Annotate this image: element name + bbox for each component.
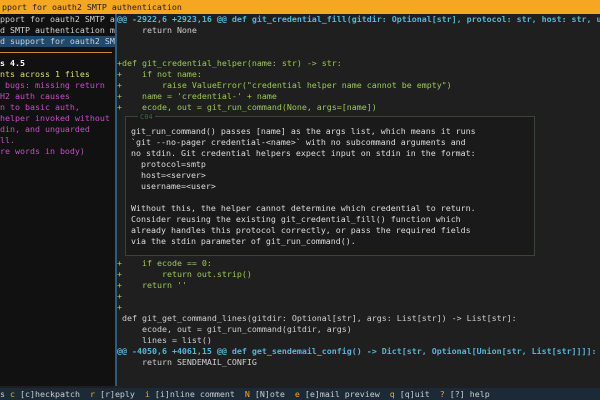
shortcut-0[interactable]: c [c]heckpatch <box>10 389 90 399</box>
shortcut-key: q <box>389 389 395 399</box>
message-list-item[interactable]: d SMTP authentication m <box>0 25 115 36</box>
shortcut-label: [?] help <box>449 389 490 399</box>
diff-line: + return out.strip() <box>117 269 252 279</box>
comment-line: `git --no-pager credential-<name>` with … <box>131 137 466 147</box>
diff-line: ecode, out = git_run_command(gitdir, arg… <box>117 324 352 334</box>
shortcut-2[interactable]: i [i]nline comment <box>145 389 245 399</box>
model-label: s 4.5 <box>0 58 25 68</box>
shortcut-3[interactable]: N [N]ote <box>245 389 295 399</box>
shortcut-key: N <box>244 389 250 399</box>
message-list-item[interactable]: pport for oauth2 SMTP a <box>0 14 115 25</box>
diff-line: lines = list() <box>117 335 212 345</box>
comment-line: Without this, the helper cannot determin… <box>131 203 476 213</box>
shortcut-5[interactable]: q [q]uit <box>390 389 440 399</box>
diff-line: + <box>117 291 122 301</box>
shortcut-1[interactable]: r [r]eply <box>90 389 145 399</box>
shortcut-key: ? <box>439 389 445 399</box>
comment-line: host=<server> <box>131 170 206 180</box>
inline-comment-box[interactable]: C04 git_run_command() passes [name] as t… <box>125 113 535 256</box>
diff-line: def git_get_command_lines(gitdir: Option… <box>117 313 517 323</box>
shortcut-4[interactable]: e [e]mail preview <box>295 389 390 399</box>
comment-line: already handles this protocol correctly,… <box>131 225 471 235</box>
review-note-line: ll. <box>0 135 15 145</box>
shortcut-label: [r]eply <box>99 389 135 399</box>
diff-line: + name = 'credential-' + name <box>117 91 277 101</box>
diff-line: return None <box>117 25 197 35</box>
shortcut-key: e <box>294 389 300 399</box>
diff-line: + if not name: <box>117 69 202 79</box>
comment-line: protocol=smtp <box>131 159 206 169</box>
shortcut-6[interactable]: ? [?] help <box>440 389 500 399</box>
shortcut-key: c <box>10 389 15 399</box>
comment-line: username=<user> <box>131 181 216 191</box>
diff-line: + <box>117 302 122 312</box>
shortcut-label: [e]mail preview <box>304 389 380 399</box>
review-note-line: n to basic auth, <box>0 102 80 112</box>
diff-line: + if ecode == 0: <box>117 258 212 268</box>
diff-line: +def git_credential_helper(name: str) ->… <box>117 58 342 68</box>
shortcut-label: [N]ote <box>254 389 285 399</box>
diff-pane: C04 git_run_command() passes [name] as t… <box>117 14 600 386</box>
title-bar: pport for oauth2 SMTP authentication <box>0 0 600 14</box>
comment-line: no stdin. Git credential helpers expect … <box>131 148 476 158</box>
comment-line: Consider reusing the existing git_creden… <box>131 214 461 224</box>
message-list-item[interactable]: d support for oauth2 SM <box>0 36 115 47</box>
diff-line: + raise ValueError("credential helper na… <box>117 80 452 90</box>
diff-line: + return '' <box>117 280 187 290</box>
review-summary: nts across 1 files <box>0 69 90 79</box>
review-note-line: re words in body) <box>0 146 85 156</box>
review-note-line: helper invoked without <box>0 113 110 123</box>
hunk-header: @@ -4050,6 +4061,15 @@ def get_sendemail… <box>117 346 597 356</box>
review-note-line: H2 auth causes <box>0 91 70 101</box>
shortcut-key: i <box>144 389 150 399</box>
status-lead: s <box>0 389 10 399</box>
hunk-header: @@ -2922,6 +2923,16 @@ def git_credentia… <box>117 14 600 24</box>
message-list-pane: pport for oauth2 SMTP ad SMTP authentica… <box>0 14 115 386</box>
status-bar: s c [c]heckpatch r [r]eply i [i]nline co… <box>0 388 600 400</box>
diff-line: return SENDEMAIL_CONFIG <box>117 357 257 367</box>
diff-line: + ecode, out = git_run_command(None, arg… <box>117 102 377 112</box>
comment-label: C04 <box>138 113 155 121</box>
shortcut-label: [c]heckpatch <box>20 389 80 399</box>
review-note-line: bugs: missing return <box>0 80 105 90</box>
separator <box>0 52 112 53</box>
comment-line: git_run_command() passes [name] as the a… <box>131 126 476 136</box>
review-note-line: din, and unguarded <box>0 124 90 134</box>
comment-line: via the stdin parameter of git_run_comma… <box>131 236 356 246</box>
shortcut-key: r <box>89 389 95 399</box>
shortcut-label: [i]nline comment <box>154 389 235 399</box>
shortcut-label: [q]uit <box>399 389 430 399</box>
